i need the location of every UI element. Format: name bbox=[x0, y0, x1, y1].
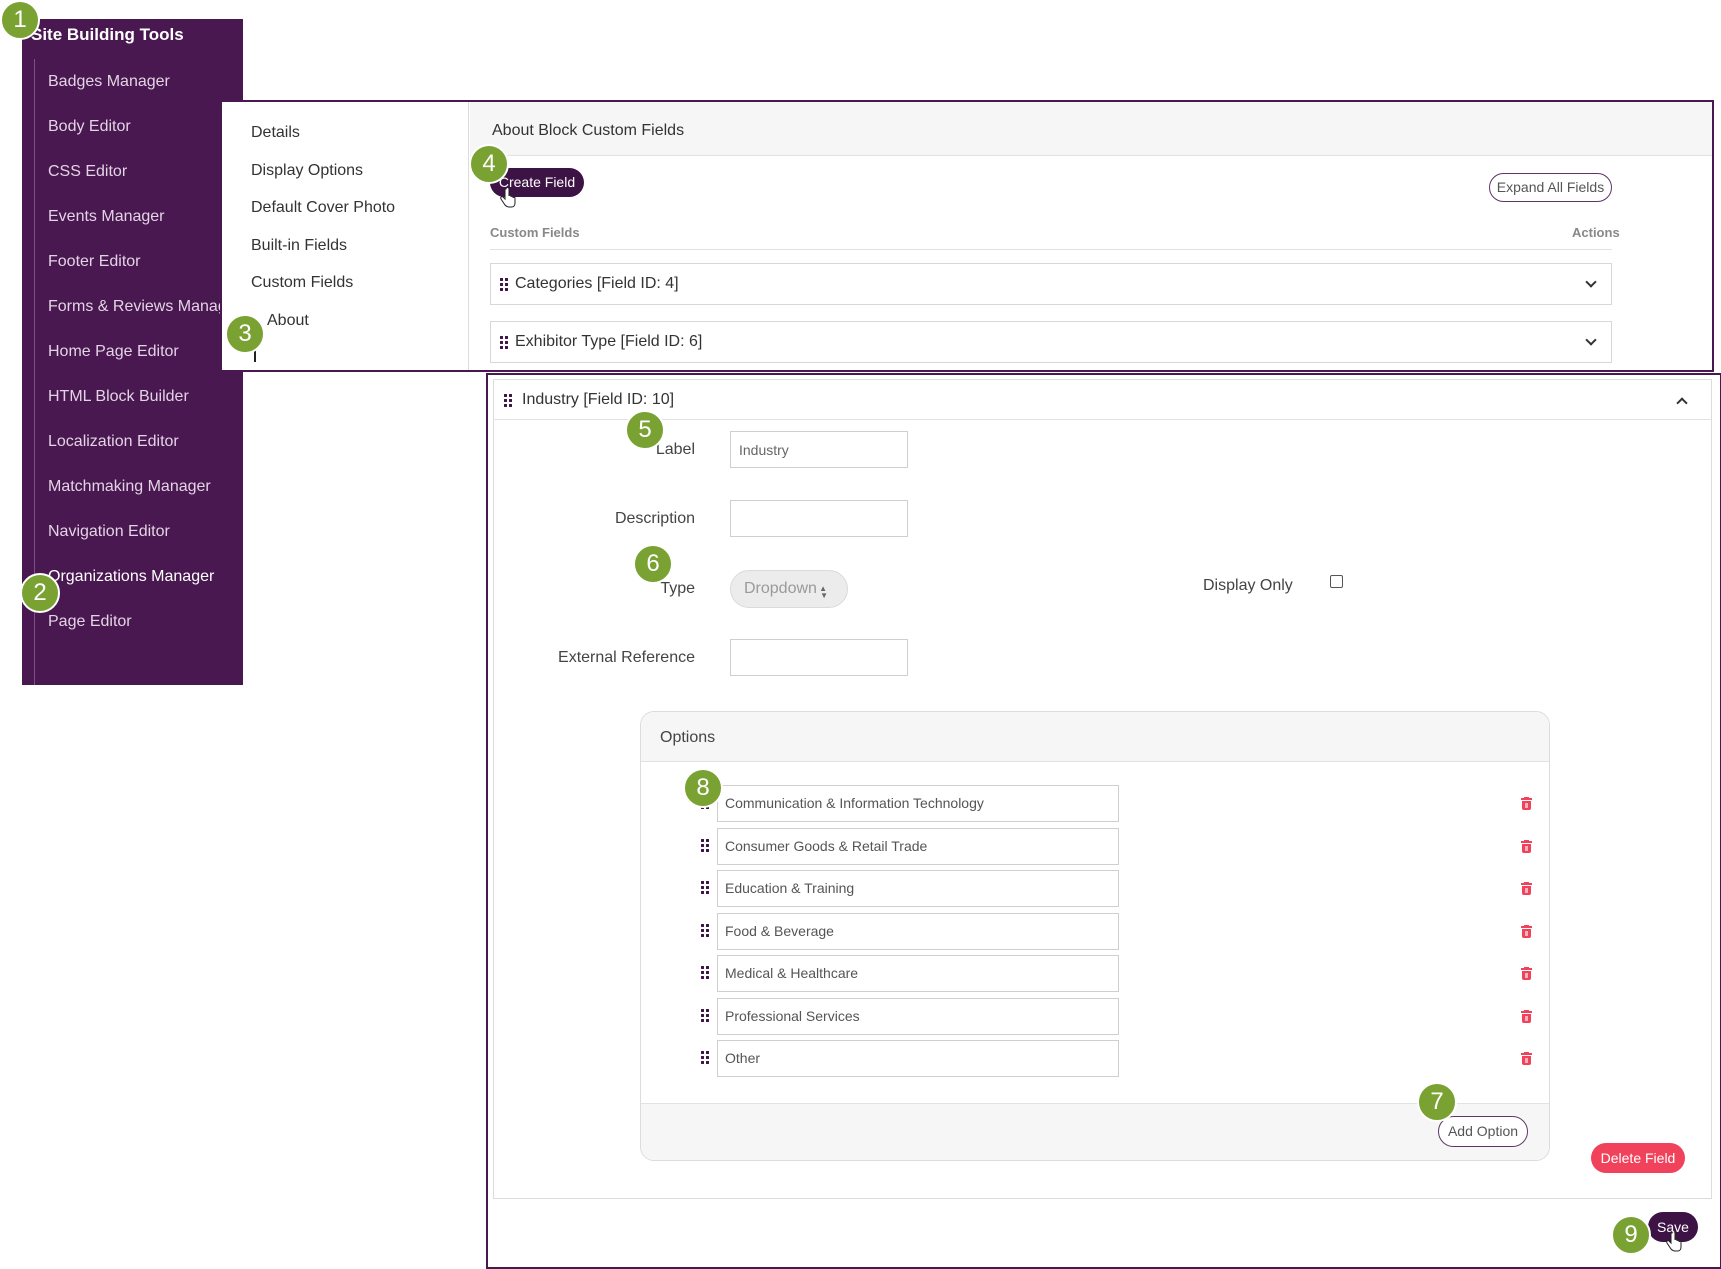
option-input[interactable]: Education & Training bbox=[717, 870, 1119, 907]
trash-icon[interactable] bbox=[1521, 839, 1532, 853]
callout-5: 5 bbox=[625, 410, 665, 450]
trash-icon[interactable] bbox=[1521, 1052, 1532, 1065]
sidebar-item-css-editor[interactable]: CSS Editor bbox=[48, 163, 127, 181]
chevron-down-icon[interactable] bbox=[1585, 334, 1597, 346]
expand-all-fields-button[interactable]: Expand All Fields bbox=[1489, 173, 1612, 202]
custom-fields-content: About Block Custom Fields Create Field E… bbox=[470, 102, 1712, 370]
sidebar-item-navigation-editor[interactable]: Navigation Editor bbox=[48, 523, 170, 541]
label-input[interactable] bbox=[730, 431, 908, 468]
type-field-label: Type bbox=[660, 580, 695, 597]
callout-6: 6 bbox=[633, 544, 673, 584]
sidebar-item-footer-editor[interactable]: Footer Editor bbox=[48, 253, 140, 271]
trash-icon[interactable] bbox=[1521, 797, 1532, 810]
nav-item-display-options[interactable]: Display Options bbox=[251, 162, 363, 180]
sidebar-item-localization-editor[interactable]: Localization Editor bbox=[48, 433, 179, 451]
option-input[interactable]: Medical & Healthcare bbox=[717, 955, 1119, 992]
type-select-value: Dropdown bbox=[744, 580, 817, 597]
grip-vertical-icon[interactable] bbox=[701, 1008, 709, 1023]
field-row-exhibitor-type[interactable]: Exhibitor Type [Field ID: 6] bbox=[490, 321, 1612, 363]
chevron-up-icon[interactable] bbox=[1676, 397, 1688, 409]
options-footer: Add Option bbox=[641, 1103, 1549, 1160]
callout-9: 9 bbox=[1611, 1215, 1651, 1255]
industry-field-header[interactable]: Industry [Field ID: 10] bbox=[494, 380, 1711, 420]
field-row-label: Categories [Field ID: 4] bbox=[515, 275, 679, 292]
block-header: About Block Custom Fields bbox=[470, 102, 1712, 156]
external-reference-label: External Reference bbox=[558, 649, 695, 666]
option-input[interactable]: Food & Beverage bbox=[717, 912, 1119, 950]
callout-7: 7 bbox=[1417, 1082, 1457, 1122]
grip-vertical-icon[interactable] bbox=[701, 838, 709, 853]
sidebar-item-forms-reviews-manager[interactable]: Forms & Reviews Manag bbox=[48, 298, 227, 316]
sidebar-item-events-manager[interactable]: Events Manager bbox=[48, 208, 165, 226]
callout-3: 3 bbox=[225, 314, 265, 354]
sidebar-item-html-block-builder[interactable]: HTML Block Builder bbox=[48, 388, 189, 406]
nav-item-about[interactable]: About bbox=[267, 312, 309, 330]
callout-1: 1 bbox=[0, 0, 40, 40]
sidebar-item-matchmaking-manager[interactable]: Matchmaking Manager bbox=[48, 478, 211, 496]
sidebar-item-page-editor[interactable]: Page Editor bbox=[48, 613, 132, 631]
actions-column-label: Actions bbox=[1572, 225, 1620, 240]
type-select[interactable]: Dropdown ▲▼ bbox=[730, 570, 848, 608]
option-input[interactable]: Other bbox=[717, 1040, 1119, 1077]
chevron-down-icon[interactable] bbox=[1585, 276, 1597, 288]
callout-8: 8 bbox=[683, 768, 723, 808]
sidebar-item-home-page-editor[interactable]: Home Page Editor bbox=[48, 343, 179, 361]
industry-field-title: Industry [Field ID: 10] bbox=[522, 391, 675, 408]
grip-vertical-icon[interactable] bbox=[701, 966, 709, 980]
grip-vertical-icon[interactable] bbox=[701, 881, 709, 895]
sidebar-item-body-editor[interactable]: Body Editor bbox=[48, 118, 131, 136]
option-input[interactable]: Consumer Goods & Retail Trade bbox=[717, 827, 1119, 865]
nav-item-built-in-fields[interactable]: Built-in Fields bbox=[251, 237, 347, 255]
grip-vertical-icon[interactable] bbox=[500, 336, 508, 350]
grip-vertical-icon[interactable] bbox=[500, 278, 508, 292]
callout-4: 4 bbox=[469, 144, 509, 184]
add-option-button[interactable]: Add Option bbox=[1438, 1116, 1528, 1147]
field-row-categories[interactable]: Categories [Field ID: 4] bbox=[490, 263, 1612, 305]
field-row-label: Exhibitor Type [Field ID: 6] bbox=[515, 333, 703, 350]
grip-vertical-icon[interactable] bbox=[701, 1051, 709, 1065]
hand-pointer-icon bbox=[1666, 1232, 1682, 1252]
hand-pointer-icon bbox=[500, 188, 516, 208]
industry-field-editor: Industry [Field ID: 10] Label Descriptio… bbox=[493, 379, 1712, 1199]
about-block-panel: Details Display Options Default Cover Ph… bbox=[220, 100, 1714, 372]
option-input[interactable]: Professional Services bbox=[717, 997, 1119, 1035]
display-only-label: Display Only bbox=[1203, 577, 1293, 594]
industry-field-panel: Industry [Field ID: 10] Label Descriptio… bbox=[486, 373, 1721, 1269]
description-input[interactable] bbox=[730, 500, 908, 537]
callout-2: 2 bbox=[20, 573, 60, 613]
delete-field-button[interactable]: Delete Field bbox=[1591, 1143, 1685, 1173]
option-input[interactable]: Communication & Information Technology bbox=[717, 785, 1119, 822]
column-divider bbox=[490, 249, 1612, 250]
block-header-title: About Block Custom Fields bbox=[492, 122, 685, 139]
sidebar-title[interactable]: Site Building Tools bbox=[31, 25, 184, 45]
trash-icon[interactable] bbox=[1521, 924, 1532, 938]
sort-arrows-icon: ▲▼ bbox=[819, 584, 828, 600]
grip-vertical-icon[interactable] bbox=[504, 394, 512, 408]
trash-icon[interactable] bbox=[1521, 882, 1532, 895]
nav-item-default-cover-photo[interactable]: Default Cover Photo bbox=[251, 199, 395, 217]
nav-item-details[interactable]: Details bbox=[251, 124, 300, 142]
external-reference-input[interactable] bbox=[730, 639, 908, 676]
custom-fields-column-label: Custom Fields bbox=[490, 225, 580, 240]
display-only-checkbox[interactable] bbox=[1330, 575, 1343, 588]
sidebar-item-organizations-manager[interactable]: Organizations Manager bbox=[48, 568, 214, 586]
options-header: Options bbox=[641, 712, 1549, 762]
trash-icon[interactable] bbox=[1521, 967, 1532, 980]
sidebar-item-badges-manager[interactable]: Badges Manager bbox=[48, 73, 170, 91]
description-field-label: Description bbox=[614, 510, 695, 527]
nav-item-custom-fields[interactable]: Custom Fields bbox=[251, 274, 353, 292]
trash-icon[interactable] bbox=[1521, 1009, 1532, 1023]
grip-vertical-icon[interactable] bbox=[701, 923, 709, 938]
options-title: Options bbox=[660, 729, 716, 746]
label-field-label: Label bbox=[655, 441, 695, 458]
options-card: Options Communication & Information Tech… bbox=[640, 711, 1550, 1161]
